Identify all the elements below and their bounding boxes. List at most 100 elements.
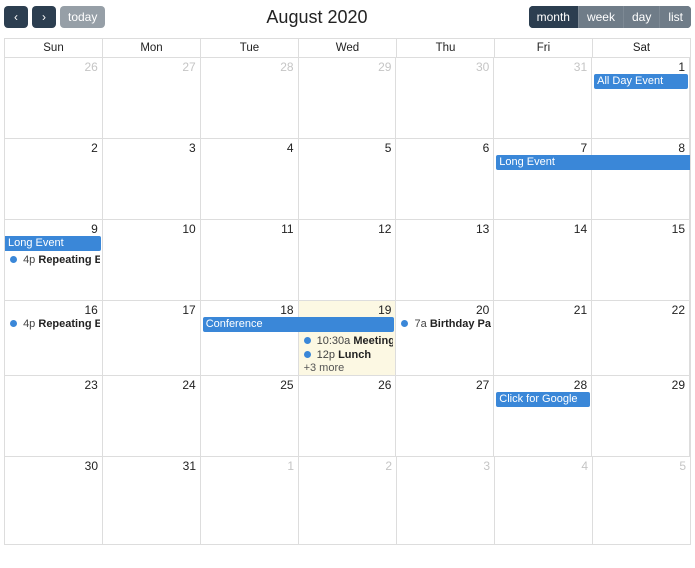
view-month-button[interactable]: month (529, 6, 578, 28)
week-row: 30 31 1 2 3 4 5 (5, 457, 690, 544)
event-time: 7a (415, 318, 427, 330)
day-cell[interactable]: 5 (299, 139, 397, 219)
event-time: 12p (317, 349, 335, 361)
week-row: 16 4p Repeating Event 17 18 19 10:30a Me… (5, 301, 690, 376)
day-cell[interactable]: 6 (396, 139, 494, 219)
calendar-header-row: Sun Mon Tue Wed Thu Fri Sat (5, 39, 690, 58)
day-number: 10 (105, 221, 198, 236)
day-header: Fri (495, 39, 593, 57)
event-time: 10:30a (317, 335, 351, 347)
day-number: 29 (594, 377, 687, 392)
day-cell[interactable]: 31 (494, 58, 592, 138)
event-title: Meeting (353, 335, 393, 347)
day-cell[interactable]: 25 (201, 376, 299, 456)
day-cell[interactable]: 2 (5, 139, 103, 219)
today-button[interactable]: today (60, 6, 105, 28)
day-number: 11 (203, 221, 296, 236)
day-number: 5 (595, 458, 688, 473)
event-repeating[interactable]: 4p Repeating Event (7, 317, 100, 331)
day-cell[interactable]: 16 4p Repeating Event (5, 301, 103, 375)
day-number: 7 (496, 140, 589, 155)
event-conference[interactable]: Conference (203, 317, 395, 332)
event-google-link[interactable]: Click for Google (496, 392, 590, 407)
day-cell-today[interactable]: 19 10:30a Meeting 12p Lunch +3 more (299, 301, 397, 375)
day-number: 1 (203, 458, 296, 473)
event-time: 4p (23, 318, 35, 330)
day-number: 2 (7, 140, 100, 155)
day-number: 17 (105, 302, 198, 317)
day-cell[interactable]: 5 (593, 457, 690, 544)
day-cell[interactable]: 2 (299, 457, 397, 544)
day-number: 6 (398, 140, 491, 155)
day-number: 24 (105, 377, 198, 392)
day-cell[interactable]: 27 (103, 58, 201, 138)
day-number: 15 (594, 221, 687, 236)
day-cell[interactable]: 13 (396, 220, 494, 300)
day-cell[interactable]: 22 (592, 301, 690, 375)
view-week-button[interactable]: week (578, 6, 623, 28)
day-cell[interactable]: 10 (103, 220, 201, 300)
day-cell[interactable]: 4 (201, 139, 299, 219)
day-cell[interactable]: 3 (397, 457, 495, 544)
day-number: 8 (594, 140, 687, 155)
day-cell[interactable]: 31 (103, 457, 201, 544)
day-number: 3 (105, 140, 198, 155)
day-cell[interactable]: 26 (299, 376, 397, 456)
event-lunch[interactable]: 12p Lunch (301, 348, 394, 362)
day-number: 1 (594, 59, 687, 74)
day-cell[interactable]: 1 (592, 58, 690, 138)
day-number: 13 (398, 221, 491, 236)
day-number: 26 (301, 377, 394, 392)
prev-button[interactable]: ‹ (4, 6, 28, 28)
day-cell[interactable]: 18 (201, 301, 299, 375)
day-cell[interactable]: 20 7a Birthday Party (396, 301, 494, 375)
day-cell[interactable]: 27 (396, 376, 494, 456)
day-cell[interactable]: 30 (5, 457, 103, 544)
day-number: 30 (7, 458, 100, 473)
day-number: 22 (594, 302, 687, 317)
day-cell[interactable]: 29 (299, 58, 397, 138)
event-repeating[interactable]: 4p Repeating Event (7, 253, 100, 267)
day-cell[interactable]: 26 (5, 58, 103, 138)
day-cell[interactable]: 1 (201, 457, 299, 544)
day-number: 5 (301, 140, 394, 155)
day-cell[interactable]: 24 (103, 376, 201, 456)
event-time: 4p (23, 254, 35, 266)
day-number: 23 (7, 377, 100, 392)
event-long-event[interactable]: Long Event (496, 155, 690, 170)
event-title: Repeating Event (38, 318, 99, 330)
view-day-button[interactable]: day (623, 6, 659, 28)
day-cell[interactable]: 8 (592, 139, 690, 219)
week-row: 2 3 4 5 6 7 8 Long Event (5, 139, 690, 220)
view-list-button[interactable]: list (659, 6, 691, 28)
day-cell[interactable]: 14 (494, 220, 592, 300)
day-number: 31 (105, 458, 198, 473)
event-all-day[interactable]: All Day Event (594, 74, 688, 89)
day-number: 26 (7, 59, 100, 74)
more-link[interactable]: +3 more (301, 362, 394, 375)
day-cell[interactable]: 3 (103, 139, 201, 219)
event-birthday[interactable]: 7a Birthday Party (398, 317, 491, 331)
day-cell[interactable]: 23 (5, 376, 103, 456)
day-cell[interactable]: 7 (494, 139, 592, 219)
day-cell[interactable]: 28 (201, 58, 299, 138)
day-number: 9 (7, 221, 100, 236)
day-cell[interactable]: 28 (494, 376, 592, 456)
day-number: 14 (496, 221, 589, 236)
day-number: 21 (496, 302, 589, 317)
day-cell[interactable]: 29 (592, 376, 690, 456)
day-cell[interactable]: 12 (299, 220, 397, 300)
next-button[interactable]: › (32, 6, 56, 28)
day-cell[interactable]: 21 (494, 301, 592, 375)
day-cell[interactable]: 15 (592, 220, 690, 300)
event-meeting[interactable]: 10:30a Meeting (301, 334, 394, 348)
day-cell[interactable]: 4 (495, 457, 593, 544)
event-long-event-cont[interactable]: Long Event (5, 236, 101, 251)
day-cell[interactable]: 17 (103, 301, 201, 375)
calendar-title: August 2020 (105, 7, 528, 28)
day-cell[interactable]: 9 4p Repeating Event (5, 220, 103, 300)
event-title: Lunch (338, 349, 371, 361)
day-cell[interactable]: 11 (201, 220, 299, 300)
day-number: 19 (301, 302, 394, 317)
day-cell[interactable]: 30 (396, 58, 494, 138)
